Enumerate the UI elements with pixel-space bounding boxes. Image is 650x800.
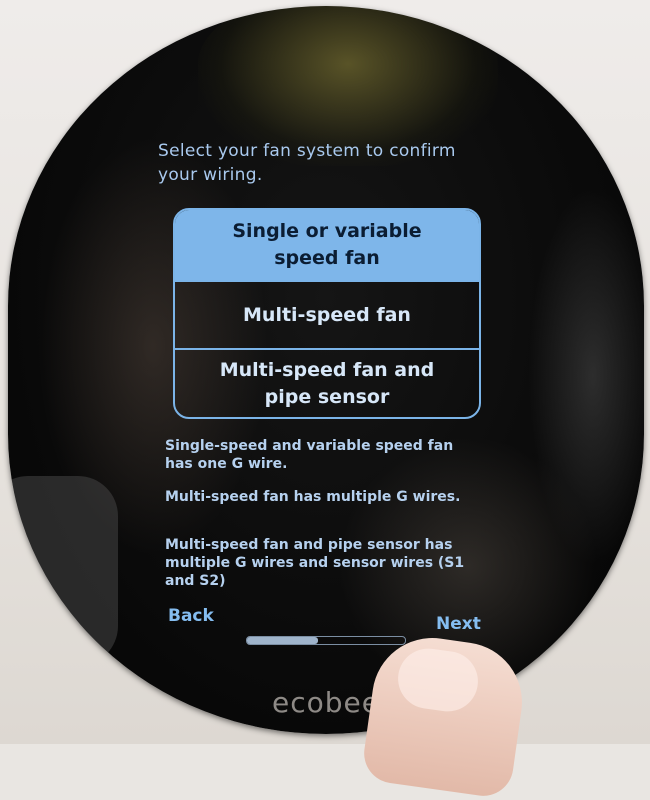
option-label: Single or variable speed fan	[232, 220, 422, 269]
thermostat: Select your fan system to confirm your w…	[8, 6, 644, 734]
option-single-variable-speed-fan[interactable]: Single or variable speed fan	[175, 210, 479, 280]
description-single-speed: Single-speed and variable speed fan has …	[165, 438, 454, 472]
option-label: Multi-speed fan and pipe sensor	[219, 358, 435, 408]
brand-logo: ecobee	[272, 686, 380, 719]
screen-prompt: Select your fan system to confirm your w…	[158, 141, 456, 185]
progress-bar	[246, 636, 406, 645]
option-multi-speed-fan-pipe-sensor[interactable]: Multi-speed fan and pipe sensor	[175, 348, 479, 417]
option-label: Multi-speed fan	[243, 303, 411, 326]
back-button[interactable]: Back	[168, 606, 214, 626]
sensor-dot	[36, 134, 41, 139]
description-pipe-sensor: Multi-speed fan and pipe sensor has mult…	[165, 537, 465, 589]
description-multi-speed: Multi-speed fan has multiple G wires.	[165, 489, 461, 505]
option-multi-speed-fan[interactable]: Multi-speed fan	[175, 280, 479, 348]
sensor-dot	[599, 136, 604, 141]
next-button[interactable]: Next	[436, 614, 481, 634]
reflected-object	[8, 476, 118, 666]
progress-fill	[247, 637, 319, 644]
fan-system-options: Single or variable speed fan Multi-speed…	[173, 208, 481, 419]
